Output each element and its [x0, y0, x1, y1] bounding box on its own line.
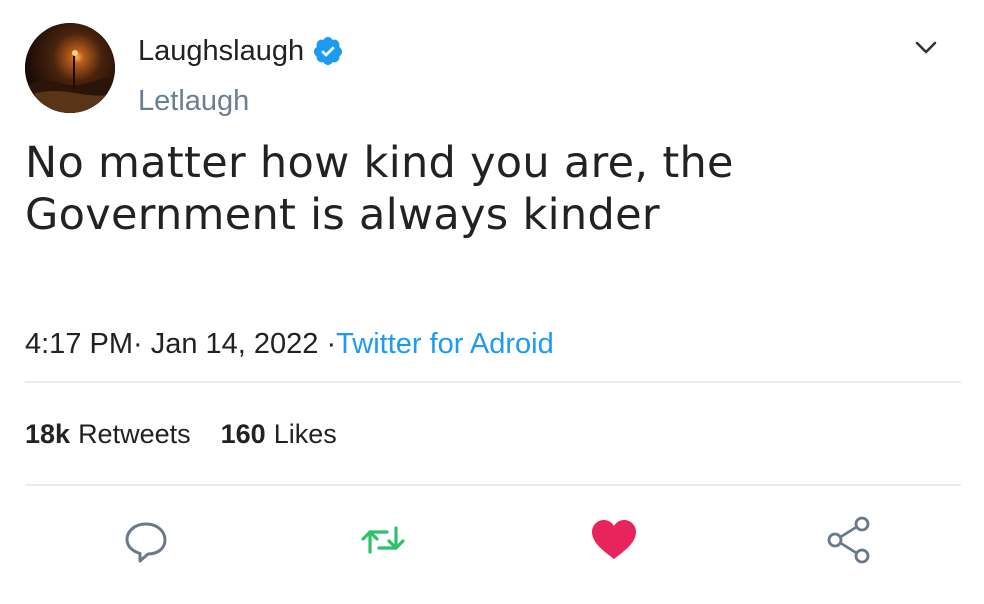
- tweet-date[interactable]: Jan 14, 2022: [151, 328, 319, 360]
- author-handle[interactable]: Letlaugh: [138, 83, 249, 119]
- tweet-source-link[interactable]: Twitter for Adroid: [336, 328, 554, 360]
- author-name-text: Laughslaugh: [138, 35, 305, 67]
- retweets-label: Retweets: [78, 419, 191, 449]
- verified-badge-icon: [312, 35, 344, 67]
- author-display-name[interactable]: Laughslaugh: [138, 33, 344, 69]
- retweet-button[interactable]: [357, 514, 409, 566]
- heart-icon: [592, 520, 636, 559]
- share-icon: [827, 516, 870, 564]
- reply-button[interactable]: [120, 514, 172, 566]
- meta-separator: ·: [133, 328, 151, 360]
- retweets-stat[interactable]: 18k Retweets: [25, 416, 191, 452]
- likes-count: 160: [220, 419, 266, 449]
- tweet-time: 4:17 PM: [25, 328, 133, 360]
- retweets-count: 18k: [25, 419, 71, 449]
- retweet-icon: [361, 526, 405, 554]
- share-button[interactable]: [824, 514, 876, 566]
- like-button[interactable]: [588, 514, 640, 566]
- reply-icon: [125, 522, 167, 563]
- likes-label: Likes: [273, 419, 337, 449]
- tweet-stats: 18k Retweets 160 Likes: [25, 416, 367, 452]
- likes-stat[interactable]: 160 Likes: [221, 416, 337, 452]
- divider: [25, 484, 961, 486]
- chevron-down-icon[interactable]: [908, 30, 944, 66]
- meta-separator: ·: [318, 328, 337, 360]
- tweet-text: No matter how kind you are, the Governme…: [25, 138, 734, 240]
- divider: [25, 381, 961, 383]
- avatar[interactable]: [25, 23, 115, 113]
- tweet-meta: 4:17 PM· Jan 14, 2022 ·Twitter for Adroi…: [25, 326, 554, 362]
